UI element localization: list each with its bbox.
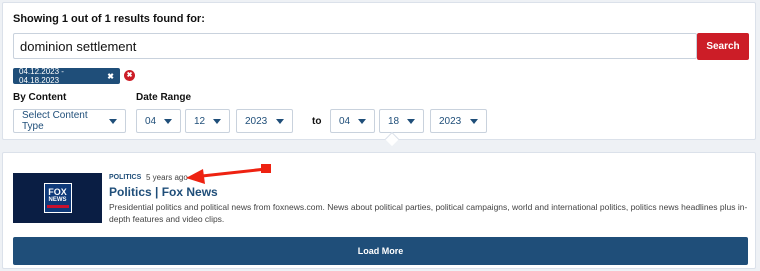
from-day-select[interactable]: 12 xyxy=(185,109,230,133)
by-content-label: By Content xyxy=(13,92,67,103)
clear-filters-icon[interactable]: ✖ xyxy=(124,70,135,81)
fox-news-logo: FOX NEWS xyxy=(43,183,72,213)
result-thumbnail[interactable]: FOX NEWS xyxy=(13,173,102,223)
chevron-down-icon xyxy=(407,118,416,124)
chevron-down-icon xyxy=(358,118,367,124)
content-type-select[interactable]: Select Content Type xyxy=(13,109,126,133)
result-timestamp: 5 years ago xyxy=(146,173,188,182)
active-date-filter-chip: 04.12.2023 - 04.18.2023 ✖ xyxy=(13,67,120,85)
date-filter-label: 04.12.2023 - 04.18.2023 xyxy=(19,67,64,85)
to-day-value: 18 xyxy=(388,115,400,127)
logo-line-2: NEWS xyxy=(48,197,67,203)
chevron-down-icon xyxy=(109,118,117,124)
to-year-value: 2023 xyxy=(439,115,462,127)
from-month-value: 04 xyxy=(145,115,157,127)
chevron-down-icon xyxy=(276,118,284,124)
to-label: to xyxy=(312,116,322,127)
content-type-value: Select Content Type xyxy=(22,110,88,132)
result-description: Presidential politics and political news… xyxy=(109,202,748,224)
to-month-value: 04 xyxy=(339,115,351,127)
results-heading: Showing 1 out of 1 results found for: xyxy=(13,13,205,25)
date-range-label: Date Range xyxy=(136,92,192,103)
from-year-select[interactable]: 2023 xyxy=(236,109,293,133)
from-year-value: 2023 xyxy=(245,115,268,127)
chevron-down-icon xyxy=(164,118,173,124)
from-day-value: 12 xyxy=(194,115,206,127)
load-more-button[interactable]: Load More xyxy=(13,237,748,265)
to-month-select[interactable]: 04 xyxy=(330,109,375,133)
to-year-select[interactable]: 2023 xyxy=(430,109,487,133)
to-day-select[interactable]: 18 xyxy=(379,109,424,133)
chevron-down-icon xyxy=(213,118,222,124)
logo-bar xyxy=(46,205,69,208)
logo-line-1: FOX xyxy=(48,187,67,197)
remove-filter-icon[interactable]: ✖ xyxy=(107,72,114,81)
result-category[interactable]: POLITICS xyxy=(109,174,141,181)
result-title-link[interactable]: Politics | Fox News xyxy=(109,185,218,199)
results-panel: FOX NEWS POLITICS 5 years ago Politics |… xyxy=(2,152,756,269)
search-input[interactable] xyxy=(13,33,697,59)
search-panel: Showing 1 out of 1 results found for: Se… xyxy=(2,2,756,140)
search-button[interactable]: Search xyxy=(697,33,749,60)
chevron-down-icon xyxy=(470,118,478,124)
from-month-select[interactable]: 04 xyxy=(136,109,181,133)
